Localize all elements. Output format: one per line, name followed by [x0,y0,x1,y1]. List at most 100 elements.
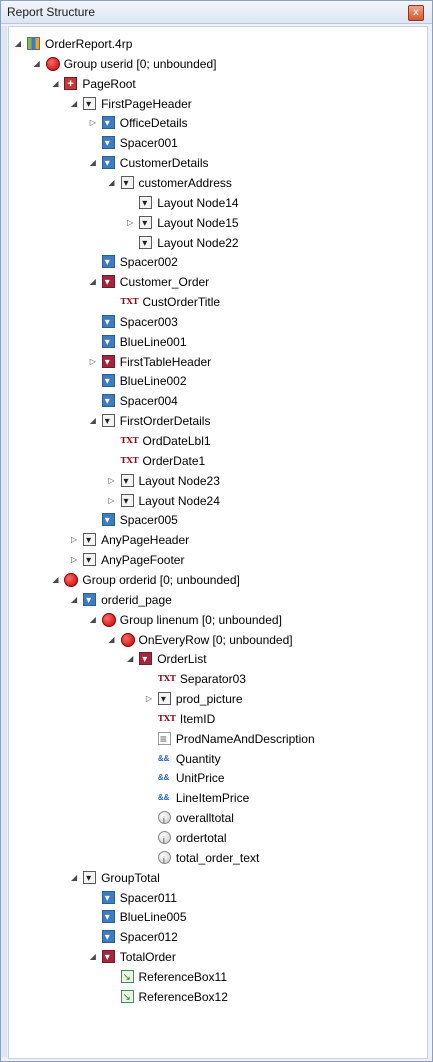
collapsed-triangle-icon[interactable]: ▷ [107,491,117,511]
tree-node-label: ReferenceBox12 [138,989,228,1004]
collapsed-triangle-icon[interactable]: ▷ [125,213,135,233]
tree-node-label: prod_picture [175,692,243,707]
tree-node-label: total_order_text [175,850,260,865]
blue-container-icon [101,928,115,948]
tree-node[interactable]: ◢ customerAddress [107,173,428,194]
tree-node-label: BlueLine005 [119,910,187,925]
tree-node[interactable]: BlueLine001 [88,332,427,353]
tree-node[interactable]: ◢ GroupTotal [69,868,427,889]
tree-node[interactable]: UnitPrice [144,768,427,788]
blue-container-icon [101,372,115,392]
expanded-triangle-icon[interactable]: ◢ [88,947,98,967]
expanded-triangle-icon[interactable]: ◢ [50,74,60,94]
tree-node[interactable]: ◢ Customer_Order [88,272,427,293]
collapsed-triangle-icon[interactable]: ▷ [69,530,79,550]
tree-node[interactable]: Spacer003 [88,312,427,333]
expanded-triangle-icon[interactable]: ◢ [50,570,60,590]
tree-node[interactable]: ▷ Layout Node24 [107,491,428,512]
tree-node[interactable]: ◢ OnEveryRow [0; unbounded] [107,630,428,650]
tree-node[interactable]: Quantity [144,749,427,769]
tree-node[interactable]: ReferenceBox12 [107,987,428,1008]
collapsed-triangle-icon[interactable]: ▷ [107,471,117,491]
tree-node[interactable]: ▷ OfficeDetails [88,113,427,134]
report-structure-panel: Report Structure x ◢ OrderReport.4rp ◢ Grou… [0,0,433,1062]
expanded-triangle-icon[interactable]: ◢ [13,34,23,54]
tree-node[interactable]: ▷ AnyPageHeader [69,530,427,551]
tree-node[interactable]: ▷ AnyPageFooter [69,550,427,571]
tree-node[interactable]: ◢ Group orderid [0; unbounded] [50,570,427,590]
tree-node[interactable]: ▷ Layout Node23 [107,471,428,492]
tree-node-label: Separator03 [179,672,246,687]
close-button[interactable]: x [408,5,424,21]
tree-node[interactable]: Spacer011 [88,888,427,909]
tree-node-label: Group orderid [0; unbounded] [82,572,240,587]
report-icon [27,37,40,50]
container-icon [120,492,134,512]
tree-node[interactable]: Spacer004 [88,391,427,412]
tree-node-label: AnyPageFooter [101,553,185,568]
tree-node[interactable]: Spacer001 [88,133,427,154]
tree-node[interactable]: ◢ CustomerDetails [88,153,427,174]
expanded-triangle-icon[interactable]: ◢ [107,630,117,650]
tree-node[interactable]: Spacer002 [88,252,427,273]
tree-node[interactable]: ◢ TotalOrder [88,947,427,968]
text-icon [121,434,139,447]
tree-node[interactable]: ReferenceBox11 [107,967,428,988]
tree-node[interactable]: ◢ Group userid [0; unbounded] [32,54,427,74]
group-icon [101,612,116,627]
expanded-triangle-icon[interactable]: ◢ [69,868,79,888]
reference-icon [120,968,134,988]
tree-node[interactable]: ◢ OrderList [125,649,427,670]
blue-container-icon [101,908,115,928]
tree-node-label: Customer_Order [119,275,210,290]
tree-node[interactable]: ProdNameAndDescription [144,729,427,749]
tree-node[interactable]: OrderDate1 [107,451,428,471]
tree-node[interactable]: ◢ OrderReport.4rp [13,34,427,54]
expanded-triangle-icon[interactable]: ◢ [69,590,79,610]
tree-node-label: Layout Node23 [138,473,220,488]
tree-node[interactable]: Layout Node14 [125,193,427,214]
expanded-triangle-icon[interactable]: ◢ [88,411,98,431]
tree-view[interactable]: ◢ OrderReport.4rp ◢ Group userid [0; unboun… [8,26,428,1059]
tree-node[interactable]: ◢ PageRoot [50,74,427,94]
expanded-triangle-icon[interactable]: ◢ [32,54,42,74]
expanded-triangle-icon[interactable]: ◢ [88,610,98,630]
tree-node[interactable]: ordertotal [144,828,427,850]
tree-node[interactable]: ▷ Layout Node15 [125,213,427,234]
tree-node[interactable]: CustOrderTitle [107,292,428,312]
tree-node[interactable]: ◢ orderid_page [69,590,427,611]
collapsed-triangle-icon[interactable]: ▷ [144,689,154,709]
expanded-triangle-icon[interactable]: ◢ [125,649,135,669]
tree-node[interactable]: total_order_text [144,848,427,870]
tree-node-label: LineItemPrice [175,791,250,806]
tree-node-label: Group userid [0; unbounded] [63,56,217,71]
expanded-triangle-icon[interactable]: ◢ [88,272,98,292]
tree-node[interactable]: Spacer005 [88,510,427,531]
calc-icon [157,830,171,850]
expanded-triangle-icon[interactable]: ◢ [69,94,79,114]
tree-node[interactable]: overalltotal [144,808,427,830]
expanded-triangle-icon[interactable]: ◢ [107,173,117,193]
tree-node[interactable]: ItemID [144,709,427,729]
tree-node[interactable]: ◢ FirstOrderDetails [88,411,427,432]
tree-node[interactable]: OrdDateLbl1 [107,431,428,451]
tree-node[interactable]: ▷ FirstTableHeader [88,352,427,373]
collapsed-triangle-icon[interactable]: ▷ [88,352,98,372]
tree-node-label: OrderList [157,652,207,667]
tree-node[interactable]: Layout Node22 [125,233,427,254]
tree-node[interactable]: BlueLine005 [88,907,427,928]
tree-node[interactable]: LineItemPrice [144,788,427,808]
field-icon [158,771,171,784]
tree-node-label: OrderReport.4rp [45,37,133,51]
collapsed-triangle-icon[interactable]: ▷ [88,113,98,133]
expanded-triangle-icon[interactable]: ◢ [88,153,98,173]
tree-node[interactable]: BlueLine002 [88,371,427,392]
tree-node[interactable]: ▷ prod_picture [144,689,427,710]
collapsed-triangle-icon[interactable]: ▷ [69,550,79,570]
tree-node[interactable]: Spacer012 [88,927,427,948]
tree-node-label: OrdDateLbl1 [142,434,211,448]
tree-node[interactable]: Separator03 [144,669,427,689]
tree-node-label: Layout Node22 [157,235,239,250]
tree-node[interactable]: ◢ FirstPageHeader [69,94,427,115]
tree-node[interactable]: ◢ Group linenum [0; unbounded] [88,610,427,630]
